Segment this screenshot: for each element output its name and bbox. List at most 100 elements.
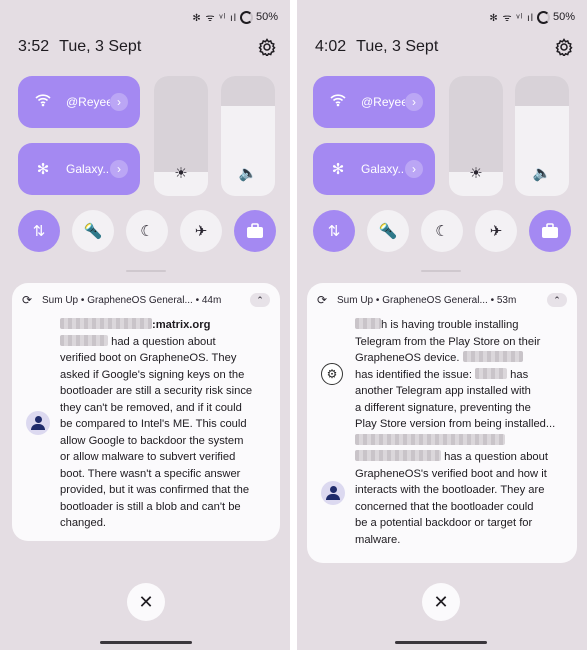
notification-body: :matrix.org had a question about verifie… xyxy=(60,317,268,532)
close-icon: ✕ xyxy=(433,591,449,612)
notification-body: h is having trouble installing Telegram … xyxy=(355,317,565,548)
wifi-label: @Reyee... xyxy=(361,95,405,109)
status-bar: ✻ ᯤ ᵛˡ ıl 50% xyxy=(489,10,575,24)
settings-gear-icon[interactable] xyxy=(258,38,276,56)
redacted-name xyxy=(355,318,381,329)
body-line: be a potential backdoor or target for xyxy=(355,517,533,529)
airplane-toggle[interactable]: ✈ xyxy=(180,210,222,252)
flashlight-icon: 🔦 xyxy=(378,223,398,240)
close-button[interactable]: ✕ xyxy=(422,583,460,621)
flashlight-toggle[interactable]: 🔦 xyxy=(367,210,409,252)
body-line: Play Store version from being installed.… xyxy=(355,418,556,430)
flashlight-toggle[interactable]: 🔦 xyxy=(72,210,114,252)
body-line: concerned that the bootloader could xyxy=(355,500,534,513)
data-transfer-icon: ⇅ xyxy=(327,223,341,240)
airplane-icon: ✈ xyxy=(489,223,503,240)
battery-percent: 50% xyxy=(255,11,278,23)
app-name: Sum Up xyxy=(42,294,79,306)
brightness-slider[interactable]: ☀ xyxy=(449,76,503,196)
body-line: bootloader is still a blob and can't be xyxy=(60,500,241,513)
brightness-auto-icon: ☀ xyxy=(174,165,188,182)
body-line: malware. xyxy=(355,533,401,546)
channel-name: GrapheneOS General... xyxy=(382,294,488,306)
body-line: has xyxy=(510,368,529,381)
notification-age: 53m xyxy=(496,294,517,306)
chevron-right-icon[interactable]: › xyxy=(405,160,423,178)
bluetooth-icon: ✻ xyxy=(331,161,345,178)
redacted-name xyxy=(355,450,441,461)
collapse-button[interactable]: ⌃ xyxy=(250,293,270,307)
wifi-tile[interactable]: @Reyee... › xyxy=(18,76,140,128)
brightness-track xyxy=(154,76,208,172)
body-line: Telegram from the Play Store on their xyxy=(355,335,541,348)
notification-age: 44m xyxy=(201,294,222,306)
notification-card[interactable]: ⟳ Sum Up • GrapheneOS General... • 44m ⌃… xyxy=(12,283,280,541)
work-profile-toggle[interactable] xyxy=(234,210,276,252)
wifi-label: @Reyee... xyxy=(66,95,110,109)
settings-gear-icon[interactable] xyxy=(555,38,573,56)
brightness-slider[interactable]: ☀ xyxy=(154,76,208,196)
status-icons: ✻ ᯤ ᵛˡ ıl xyxy=(489,13,534,24)
briefcase-icon xyxy=(247,223,263,238)
sum-up-app-icon: ⟳ xyxy=(22,293,33,307)
cog-avatar-icon: ⚙ xyxy=(321,363,343,385)
data-transfer-toggle[interactable]: ⇅ xyxy=(313,210,355,252)
work-profile-toggle[interactable] xyxy=(529,210,571,252)
bluetooth-tile[interactable]: ✻ Galaxy... › xyxy=(18,143,140,195)
app-name: Sum Up xyxy=(337,294,374,306)
volume-slider[interactable]: 🔈 xyxy=(515,76,569,196)
volume-track xyxy=(221,76,275,106)
body-line: h is having trouble installing xyxy=(381,319,519,331)
dark-mode-toggle[interactable]: ☾ xyxy=(421,210,463,252)
gesture-navbar[interactable] xyxy=(395,641,487,644)
redacted-name xyxy=(355,433,505,445)
chevron-right-icon[interactable]: › xyxy=(110,160,128,178)
body-line: changed. xyxy=(60,517,107,529)
moon-icon: ☾ xyxy=(140,223,154,240)
close-icon: ✕ xyxy=(138,591,154,612)
redacted-name xyxy=(462,351,523,362)
battery-icon xyxy=(239,10,253,24)
right-screenshot: ✻ ᯤ ᵛˡ ıl 50% 4:02 Tue, 3 Sept @Reyee...… xyxy=(297,0,587,650)
body-line: has identified the issue: xyxy=(355,368,472,381)
dark-mode-toggle[interactable]: ☾ xyxy=(126,210,168,252)
bluetooth-tile[interactable]: ✻ Galaxy... › xyxy=(313,143,435,195)
body-line: allow Google to backdoor the system xyxy=(60,434,244,447)
avatar xyxy=(321,481,345,505)
wifi-icon xyxy=(30,93,56,111)
chevron-right-icon[interactable]: › xyxy=(405,93,423,111)
redacted-name xyxy=(60,318,152,329)
body-line: be compared to Intel's ME. This could xyxy=(60,418,247,430)
notification-card[interactable]: ⟳ Sum Up • GrapheneOS General... • 53m ⌃… xyxy=(307,283,577,563)
avatar xyxy=(26,411,50,435)
collapse-button[interactable]: ⌃ xyxy=(547,293,567,307)
status-bar: ✻ ᯤ ᵛˡ ıl 50% xyxy=(192,10,278,24)
drag-handle[interactable] xyxy=(126,270,166,272)
data-transfer-toggle[interactable]: ⇅ xyxy=(18,210,60,252)
date: Tue, 3 Sept xyxy=(356,38,439,55)
volume-track xyxy=(515,76,569,106)
body-line: interacts with the bootloader. They are xyxy=(355,484,545,496)
battery-icon xyxy=(536,10,550,24)
status-icons: ✻ ᯤ ᵛˡ ıl xyxy=(192,13,237,24)
wifi-tile[interactable]: @Reyee... › xyxy=(313,76,435,128)
redacted-name xyxy=(475,367,508,379)
bluetooth-label: Galaxy... xyxy=(361,162,405,176)
channel-name: GrapheneOS General... xyxy=(87,294,193,306)
airplane-toggle[interactable]: ✈ xyxy=(475,210,517,252)
close-button[interactable]: ✕ xyxy=(127,583,165,621)
flashlight-icon: 🔦 xyxy=(83,223,103,240)
volume-slider[interactable]: 🔈 xyxy=(221,76,275,196)
brightness-track xyxy=(449,76,503,172)
battery-percent: 50% xyxy=(552,11,575,23)
moon-icon: ☾ xyxy=(435,223,449,240)
gesture-navbar[interactable] xyxy=(100,641,192,644)
body-line: bootloader are still a security risk sin… xyxy=(60,385,253,397)
left-screenshot: ✻ ᯤ ᵛˡ ıl 50% 3:52 Tue, 3 Sept @Reyee...… xyxy=(0,0,290,650)
body-line: verified boot on GrapheneOS. They xyxy=(60,352,237,364)
body-line: or allow malware to subvert verified xyxy=(60,451,236,463)
body-line: a different signature, preventing the xyxy=(355,401,531,414)
drag-handle[interactable] xyxy=(421,270,461,272)
chevron-right-icon[interactable]: › xyxy=(110,93,128,111)
body-line: :matrix.org xyxy=(152,319,211,331)
